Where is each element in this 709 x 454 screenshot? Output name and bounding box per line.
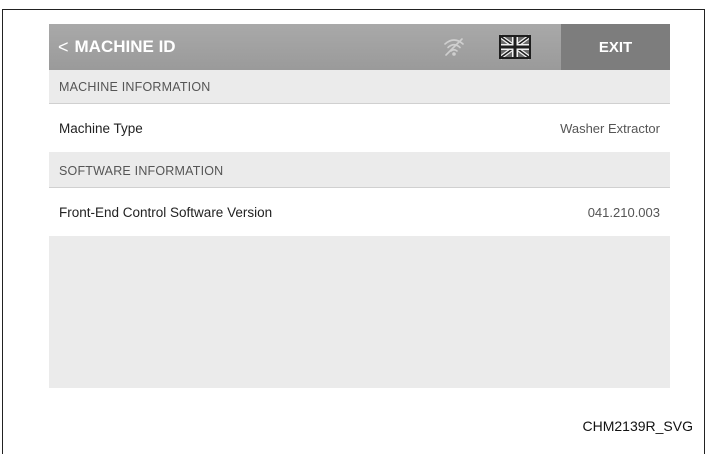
back-button[interactable]: < MACHINE ID xyxy=(58,24,176,70)
language-flag-icon[interactable] xyxy=(498,33,532,61)
section-header-machine-information: MACHINE INFORMATION xyxy=(49,70,670,104)
row-value: 041.210.003 xyxy=(587,204,660,220)
list-item-software-version: Front-End Control Software Version 041.2… xyxy=(49,188,670,236)
section-header-software-information: SOFTWARE INFORMATION xyxy=(49,154,670,188)
header-bar: < MACHINE ID EXIT xyxy=(49,24,670,70)
wifi-off-icon[interactable] xyxy=(442,35,466,59)
list-item-machine-type: Machine Type Washer Extractor xyxy=(49,104,670,152)
row-value: Washer Extractor xyxy=(560,120,660,136)
figure-caption: CHM2139R_SVG xyxy=(582,418,694,434)
chevron-left-icon: < xyxy=(58,36,69,57)
exit-button[interactable]: EXIT xyxy=(561,24,670,70)
row-label: Machine Type xyxy=(59,120,143,136)
machine-id-screen: < MACHINE ID EXIT MACHINE INFORMATION Ma… xyxy=(49,24,670,388)
page-title: MACHINE ID xyxy=(74,37,176,56)
row-label: Front-End Control Software Version xyxy=(59,204,273,220)
